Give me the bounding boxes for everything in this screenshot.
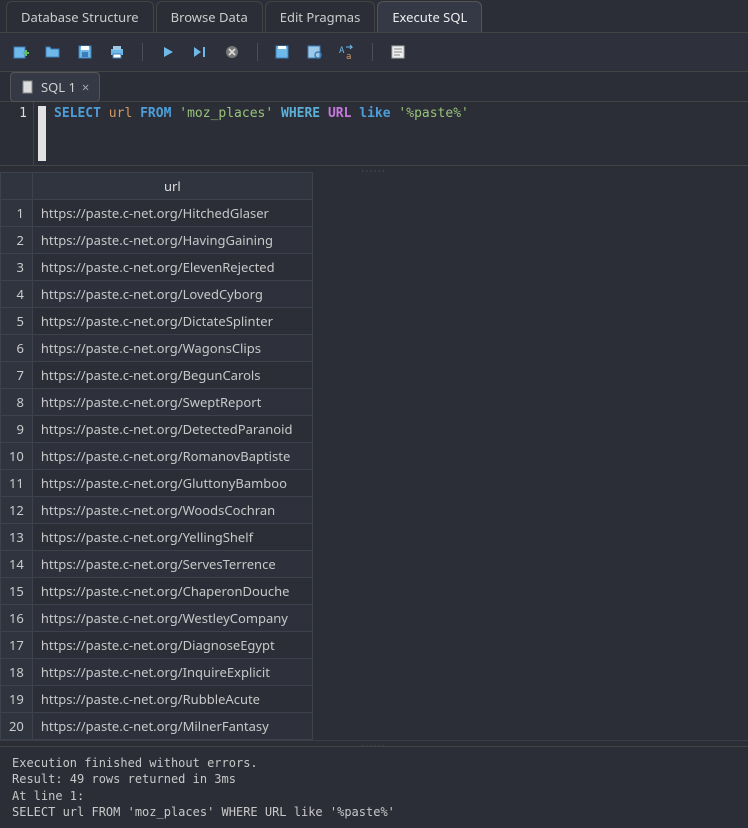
close-icon[interactable]: × (82, 78, 89, 96)
table-row[interactable]: 19https://paste.c-net.org/RubbleAcute (1, 686, 313, 713)
save-results-button[interactable] (272, 41, 294, 63)
table-row[interactable]: 15https://paste.c-net.org/ChaperonDouche (1, 578, 313, 605)
run-button[interactable] (157, 41, 179, 63)
table-row[interactable]: 1https://paste.c-net.org/HitchedGlaser (1, 200, 313, 227)
row-number: 20 (1, 713, 33, 740)
toolbar-separator (257, 43, 258, 61)
status-output[interactable]: Execution finished without errors. Resul… (0, 746, 748, 828)
main-tabs: Database Structure Browse Data Edit Prag… (0, 0, 748, 32)
row-number: 10 (1, 443, 33, 470)
svg-text:a: a (346, 52, 351, 61)
table-row[interactable]: 2https://paste.c-net.org/HavingGaining (1, 227, 313, 254)
line-gutter: 1 (0, 102, 34, 165)
table-row[interactable]: 5https://paste.c-net.org/DictateSplinter (1, 308, 313, 335)
cell-url[interactable]: https://paste.c-net.org/ServesTerrence (32, 551, 312, 578)
toolbar-separator (142, 43, 143, 61)
row-number: 18 (1, 659, 33, 686)
explain-button[interactable] (387, 41, 409, 63)
table-row[interactable]: 10https://paste.c-net.org/RomanovBaptist… (1, 443, 313, 470)
cell-url[interactable]: https://paste.c-net.org/BegunCarols (32, 362, 312, 389)
cell-url[interactable]: https://paste.c-net.org/ChaperonDouche (32, 578, 312, 605)
save-button[interactable] (74, 41, 96, 63)
svg-text:A: A (339, 46, 345, 56)
row-number: 17 (1, 632, 33, 659)
cell-url[interactable]: https://paste.c-net.org/YellingShelf (32, 524, 312, 551)
cell-url[interactable]: https://paste.c-net.org/WoodsCochran (32, 497, 312, 524)
cell-url[interactable]: https://paste.c-net.org/RubbleAcute (32, 686, 312, 713)
row-number: 6 (1, 335, 33, 362)
row-number: 1 (1, 200, 33, 227)
stop-button[interactable] (221, 41, 243, 63)
sql-line: SELECT url FROM 'moz_places' WHERE URL l… (54, 106, 742, 121)
cell-url[interactable]: https://paste.c-net.org/GluttonyBamboo (32, 470, 312, 497)
row-number: 4 (1, 281, 33, 308)
table-row[interactable]: 17https://paste.c-net.org/DiagnoseEgypt (1, 632, 313, 659)
sql-file-tab[interactable]: SQL 1 × (10, 72, 100, 102)
run-line-button[interactable] (189, 41, 211, 63)
table-row[interactable]: 3https://paste.c-net.org/ElevenRejected (1, 254, 313, 281)
results-table: url 1https://paste.c-net.org/HitchedGlas… (0, 172, 313, 740)
row-number: 9 (1, 416, 33, 443)
sql-code-input[interactable]: SELECT url FROM 'moz_places' WHERE URL l… (34, 102, 748, 165)
cell-url[interactable]: https://paste.c-net.org/ElevenRejected (32, 254, 312, 281)
find-button[interactable] (304, 41, 326, 63)
row-number: 8 (1, 389, 33, 416)
tab-edit-pragmas[interactable]: Edit Pragmas (265, 1, 376, 32)
sql-file-tab-label: SQL 1 (41, 78, 76, 96)
toolbar-separator (372, 43, 373, 61)
results-pane: url 1https://paste.c-net.org/HitchedGlas… (0, 172, 748, 740)
line-number: 1 (19, 106, 27, 121)
row-number: 11 (1, 470, 33, 497)
cell-url[interactable]: https://paste.c-net.org/DiagnoseEgypt (32, 632, 312, 659)
cell-url[interactable]: https://paste.c-net.org/HitchedGlaser (32, 200, 312, 227)
cell-url[interactable]: https://paste.c-net.org/InquireExplicit (32, 659, 312, 686)
table-row[interactable]: 8https://paste.c-net.org/SweptReport (1, 389, 313, 416)
cell-url[interactable]: https://paste.c-net.org/DetectedParanoid (32, 416, 312, 443)
table-row[interactable]: 9https://paste.c-net.org/DetectedParanoi… (1, 416, 313, 443)
row-number: 13 (1, 524, 33, 551)
cell-url[interactable]: https://paste.c-net.org/LovedCyborg (32, 281, 312, 308)
row-number: 2 (1, 227, 33, 254)
table-row[interactable]: 12https://paste.c-net.org/WoodsCochran (1, 497, 313, 524)
row-number: 7 (1, 362, 33, 389)
file-tabs: SQL 1 × (0, 72, 748, 102)
table-row[interactable]: 13https://paste.c-net.org/YellingShelf (1, 524, 313, 551)
table-row[interactable]: 7https://paste.c-net.org/BegunCarols (1, 362, 313, 389)
open-file-button[interactable] (42, 41, 64, 63)
table-row[interactable]: 18https://paste.c-net.org/InquireExplici… (1, 659, 313, 686)
file-icon (21, 80, 35, 94)
row-number: 19 (1, 686, 33, 713)
row-number: 3 (1, 254, 33, 281)
row-number: 5 (1, 308, 33, 335)
table-row[interactable]: 14https://paste.c-net.org/ServesTerrence (1, 551, 313, 578)
column-header-url[interactable]: url (32, 173, 312, 200)
cell-url[interactable]: https://paste.c-net.org/MilnerFantasy (32, 713, 312, 740)
find-replace-button[interactable]: Aa (336, 41, 358, 63)
cell-url[interactable]: https://paste.c-net.org/SweptReport (32, 389, 312, 416)
print-button[interactable] (106, 41, 128, 63)
table-row[interactable]: 20https://paste.c-net.org/MilnerFantasy (1, 713, 313, 740)
table-row[interactable]: 16https://paste.c-net.org/WestleyCompany (1, 605, 313, 632)
new-tab-button[interactable] (10, 41, 32, 63)
cell-url[interactable]: https://paste.c-net.org/HavingGaining (32, 227, 312, 254)
rownum-header[interactable] (1, 173, 33, 200)
table-row[interactable]: 4https://paste.c-net.org/LovedCyborg (1, 281, 313, 308)
table-row[interactable]: 6https://paste.c-net.org/WagonsClips (1, 335, 313, 362)
tab-database-structure[interactable]: Database Structure (6, 1, 154, 32)
row-number: 16 (1, 605, 33, 632)
sql-toolbar: Aa (0, 32, 748, 72)
table-row[interactable]: 11https://paste.c-net.org/GluttonyBamboo (1, 470, 313, 497)
tab-execute-sql[interactable]: Execute SQL (377, 1, 482, 32)
sql-editor: 1 SELECT url FROM 'moz_places' WHERE URL… (0, 102, 748, 166)
cell-url[interactable]: https://paste.c-net.org/DictateSplinter (32, 308, 312, 335)
row-number: 14 (1, 551, 33, 578)
cell-url[interactable]: https://paste.c-net.org/WestleyCompany (32, 605, 312, 632)
cell-url[interactable]: https://paste.c-net.org/RomanovBaptiste (32, 443, 312, 470)
text-cursor (38, 106, 46, 161)
tab-browse-data[interactable]: Browse Data (156, 1, 263, 32)
row-number: 12 (1, 497, 33, 524)
cell-url[interactable]: https://paste.c-net.org/WagonsClips (32, 335, 312, 362)
row-number: 15 (1, 578, 33, 605)
